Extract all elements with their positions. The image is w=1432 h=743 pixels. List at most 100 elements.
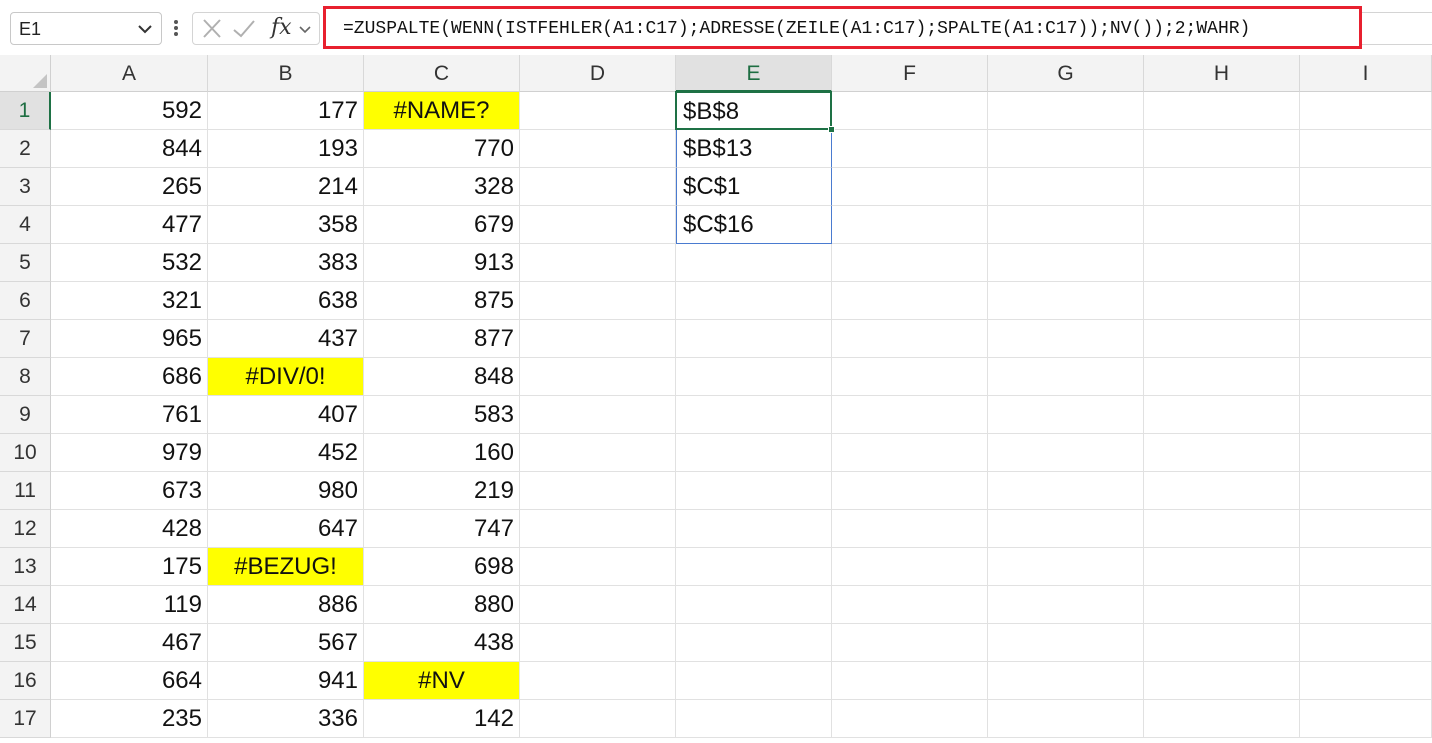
cell-i5[interactable] bbox=[1300, 244, 1432, 282]
cell-i15[interactable] bbox=[1300, 624, 1432, 662]
cell-g6[interactable] bbox=[988, 282, 1144, 320]
cell-h3[interactable] bbox=[1144, 168, 1300, 206]
cell-f13[interactable] bbox=[832, 548, 988, 586]
cell-g17[interactable] bbox=[988, 700, 1144, 738]
cell-a10[interactable]: 979 bbox=[51, 434, 208, 472]
row-header-16[interactable]: 16 bbox=[0, 662, 51, 700]
cell-e4[interactable]: $C$16 bbox=[676, 206, 832, 244]
cell-g13[interactable] bbox=[988, 548, 1144, 586]
cell-f10[interactable] bbox=[832, 434, 988, 472]
cell-d7[interactable] bbox=[520, 320, 676, 358]
cell-g5[interactable] bbox=[988, 244, 1144, 282]
cell-e7[interactable] bbox=[676, 320, 832, 358]
row-header-14[interactable]: 14 bbox=[0, 586, 51, 624]
cell-e11[interactable] bbox=[676, 472, 832, 510]
cell-h11[interactable] bbox=[1144, 472, 1300, 510]
cell-c15[interactable]: 438 bbox=[364, 624, 520, 662]
cell-c2[interactable]: 770 bbox=[364, 130, 520, 168]
cell-h16[interactable] bbox=[1144, 662, 1300, 700]
cell-a15[interactable]: 467 bbox=[51, 624, 208, 662]
cell-e12[interactable] bbox=[676, 510, 832, 548]
cell-e10[interactable] bbox=[676, 434, 832, 472]
cell-i17[interactable] bbox=[1300, 700, 1432, 738]
cell-h14[interactable] bbox=[1144, 586, 1300, 624]
cell-i6[interactable] bbox=[1300, 282, 1432, 320]
row-header-15[interactable]: 15 bbox=[0, 624, 51, 662]
row-header-6[interactable]: 6 bbox=[0, 282, 51, 320]
cell-h9[interactable] bbox=[1144, 396, 1300, 434]
cell-c7[interactable]: 877 bbox=[364, 320, 520, 358]
row-header-8[interactable]: 8 bbox=[0, 358, 51, 396]
cell-g1[interactable] bbox=[988, 92, 1144, 130]
cell-i1[interactable] bbox=[1300, 92, 1432, 130]
cell-c5[interactable]: 913 bbox=[364, 244, 520, 282]
row-header-5[interactable]: 5 bbox=[0, 244, 51, 282]
cell-g15[interactable] bbox=[988, 624, 1144, 662]
cell-i11[interactable] bbox=[1300, 472, 1432, 510]
cell-i14[interactable] bbox=[1300, 586, 1432, 624]
cell-f11[interactable] bbox=[832, 472, 988, 510]
cell-h1[interactable] bbox=[1144, 92, 1300, 130]
cell-e1[interactable]: $B$8 bbox=[676, 92, 832, 130]
cell-h5[interactable] bbox=[1144, 244, 1300, 282]
column-header-f[interactable]: F bbox=[832, 55, 988, 92]
cancel-x-icon[interactable] bbox=[199, 17, 225, 41]
cell-a14[interactable]: 119 bbox=[51, 586, 208, 624]
cell-c14[interactable]: 880 bbox=[364, 586, 520, 624]
row-header-13[interactable]: 13 bbox=[0, 548, 51, 586]
cell-f6[interactable] bbox=[832, 282, 988, 320]
cell-g4[interactable] bbox=[988, 206, 1144, 244]
cell-b7[interactable]: 437 bbox=[208, 320, 364, 358]
column-header-c[interactable]: C bbox=[364, 55, 520, 92]
cell-d15[interactable] bbox=[520, 624, 676, 662]
cell-b14[interactable]: 886 bbox=[208, 586, 364, 624]
cell-a2[interactable]: 844 bbox=[51, 130, 208, 168]
cell-c1[interactable]: #NAME? bbox=[364, 92, 520, 130]
formula-input[interactable]: =ZUSPALTE(WENN(ISTFEHLER(A1:C17);ADRESSE… bbox=[323, 6, 1362, 49]
confirm-check-icon[interactable] bbox=[231, 17, 257, 41]
cell-a13[interactable]: 175 bbox=[51, 548, 208, 586]
cell-f12[interactable] bbox=[832, 510, 988, 548]
cell-a8[interactable]: 686 bbox=[51, 358, 208, 396]
cell-b3[interactable]: 214 bbox=[208, 168, 364, 206]
cell-i12[interactable] bbox=[1300, 510, 1432, 548]
cell-i9[interactable] bbox=[1300, 396, 1432, 434]
cell-f2[interactable] bbox=[832, 130, 988, 168]
cell-i4[interactable] bbox=[1300, 206, 1432, 244]
cell-h6[interactable] bbox=[1144, 282, 1300, 320]
cell-d11[interactable] bbox=[520, 472, 676, 510]
cell-d9[interactable] bbox=[520, 396, 676, 434]
cell-d10[interactable] bbox=[520, 434, 676, 472]
cell-a11[interactable]: 673 bbox=[51, 472, 208, 510]
cell-g12[interactable] bbox=[988, 510, 1144, 548]
row-header-9[interactable]: 9 bbox=[0, 396, 51, 434]
cell-b13[interactable]: #BEZUG! bbox=[208, 548, 364, 586]
cell-h12[interactable] bbox=[1144, 510, 1300, 548]
cell-b11[interactable]: 980 bbox=[208, 472, 364, 510]
cell-g8[interactable] bbox=[988, 358, 1144, 396]
column-header-b[interactable]: B bbox=[208, 55, 364, 92]
cell-g11[interactable] bbox=[988, 472, 1144, 510]
cell-f3[interactable] bbox=[832, 168, 988, 206]
cell-g10[interactable] bbox=[988, 434, 1144, 472]
row-header-10[interactable]: 10 bbox=[0, 434, 51, 472]
more-vertical-icon[interactable] bbox=[170, 14, 182, 42]
cell-i13[interactable] bbox=[1300, 548, 1432, 586]
cell-b1[interactable]: 177 bbox=[208, 92, 364, 130]
cell-b15[interactable]: 567 bbox=[208, 624, 364, 662]
cell-c6[interactable]: 875 bbox=[364, 282, 520, 320]
cell-h13[interactable] bbox=[1144, 548, 1300, 586]
cell-f8[interactable] bbox=[832, 358, 988, 396]
formula-input-extension[interactable] bbox=[1362, 12, 1432, 45]
cell-e13[interactable] bbox=[676, 548, 832, 586]
fx-function-icon[interactable]: fx bbox=[269, 15, 317, 41]
cell-i8[interactable] bbox=[1300, 358, 1432, 396]
cell-b17[interactable]: 336 bbox=[208, 700, 364, 738]
cell-c9[interactable]: 583 bbox=[364, 396, 520, 434]
cell-a12[interactable]: 428 bbox=[51, 510, 208, 548]
cell-g2[interactable] bbox=[988, 130, 1144, 168]
cell-e9[interactable] bbox=[676, 396, 832, 434]
cell-f9[interactable] bbox=[832, 396, 988, 434]
cell-b8[interactable]: #DIV/0! bbox=[208, 358, 364, 396]
cell-d8[interactable] bbox=[520, 358, 676, 396]
